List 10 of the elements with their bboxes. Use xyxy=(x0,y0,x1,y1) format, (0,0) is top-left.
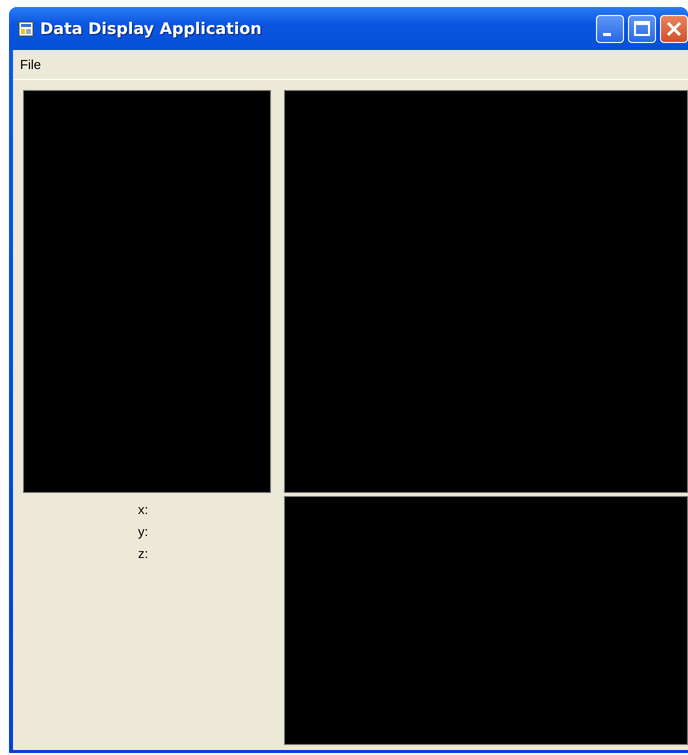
minimize-button[interactable] xyxy=(596,14,624,42)
window-title: Data Display Application xyxy=(40,19,263,38)
minimize-icon xyxy=(603,33,611,36)
app-icon xyxy=(18,20,34,36)
coordinate-label: y: xyxy=(138,523,148,541)
maximize-button[interactable] xyxy=(628,14,656,42)
coordinate-label: z: xyxy=(138,545,148,563)
menu-item[interactable]: File xyxy=(13,57,48,72)
coordinate-label: x: xyxy=(138,501,148,519)
close-button[interactable] xyxy=(660,14,688,42)
